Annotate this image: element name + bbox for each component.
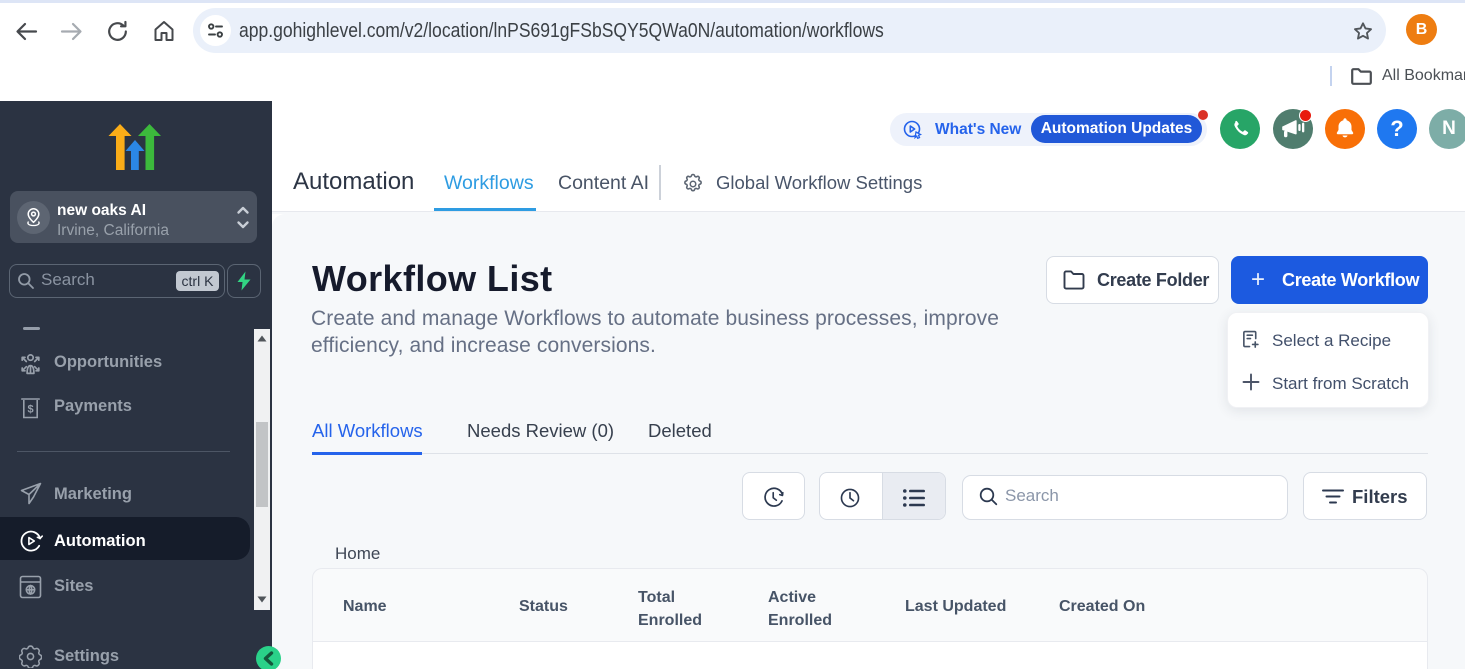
svg-text:$: $ xyxy=(27,404,33,416)
